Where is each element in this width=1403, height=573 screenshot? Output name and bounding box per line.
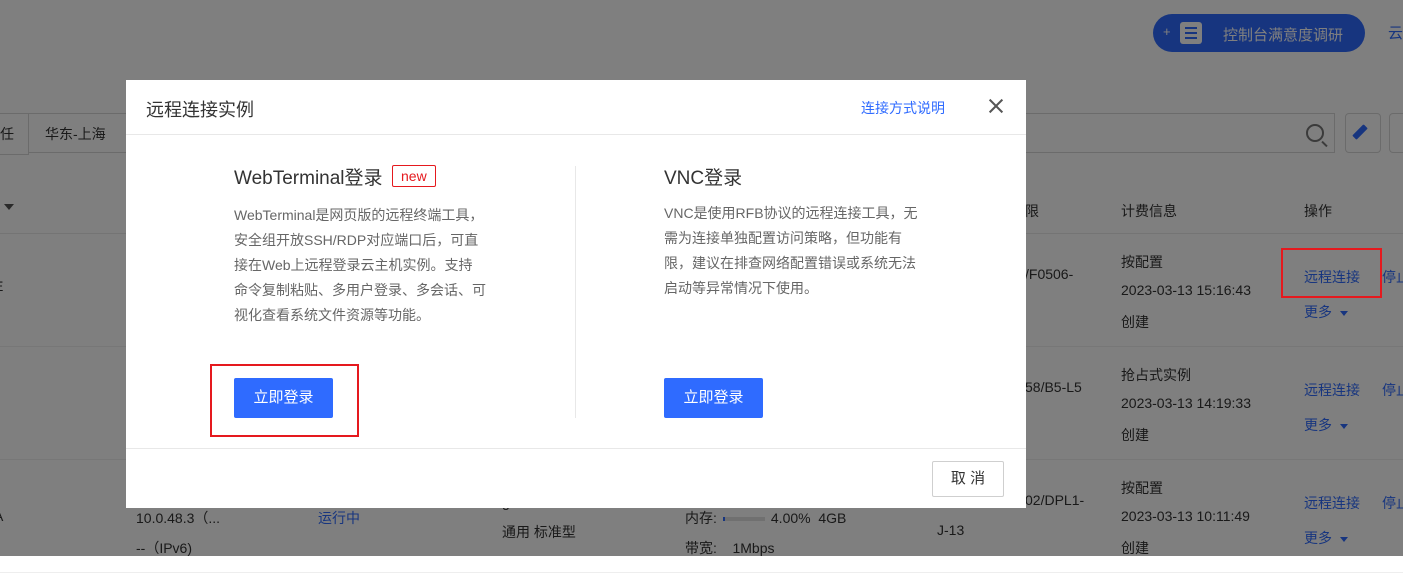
- vnc-description: VNC是使用RFB协议的远程连接工具，无需为连接单独配置访问策略，但功能有限，建…: [664, 205, 918, 296]
- cancel-button[interactable]: 取 消: [932, 461, 1004, 497]
- dialog-header: 远程连接实例 连接方式说明: [126, 80, 1026, 135]
- remote-connect-dialog: 远程连接实例 连接方式说明 WebTerminal登录 new WebTermi…: [126, 80, 1026, 508]
- option-divider: [575, 166, 576, 418]
- connection-help-link[interactable]: 连接方式说明: [861, 98, 945, 118]
- highlight-box-remote-connect: [1281, 248, 1382, 298]
- webterminal-description: WebTerminal是网页版的远程终端工具，安全组开放SSH/RDP对应端口后…: [234, 207, 486, 323]
- vnc-title: VNC登录: [664, 168, 743, 189]
- webterminal-title: WebTerminal登录: [234, 168, 383, 189]
- dialog-footer: 取 消: [126, 448, 1026, 509]
- vnc-login-button[interactable]: 立即登录: [664, 378, 763, 418]
- close-icon[interactable]: [988, 98, 1004, 114]
- new-badge: new: [392, 165, 436, 187]
- dialog-title: 远程连接实例: [146, 100, 254, 120]
- highlight-box-webterminal-login: [210, 364, 359, 437]
